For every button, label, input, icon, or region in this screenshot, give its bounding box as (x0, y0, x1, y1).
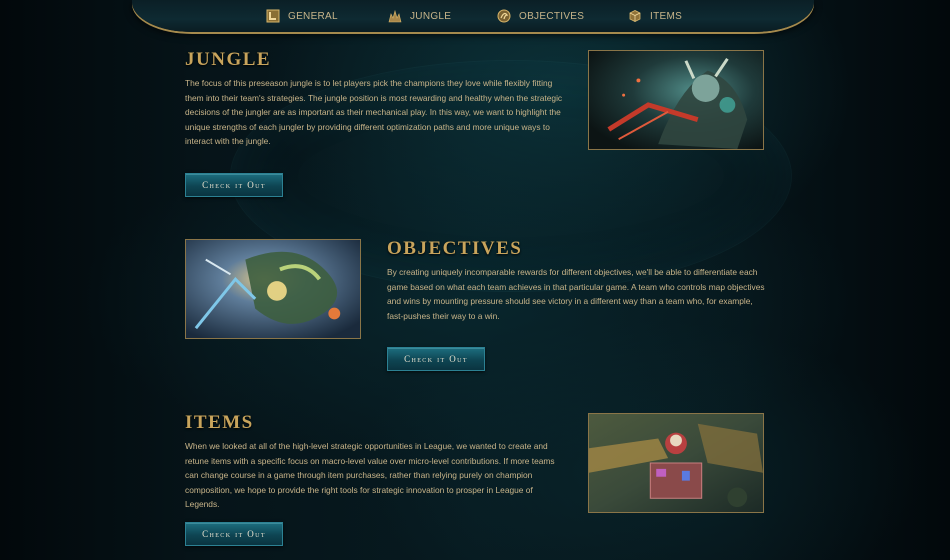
items-title: ITEMS (185, 412, 254, 433)
top-nav: GENERAL JUNGLE OBJECTIVES ITEMS (132, 0, 814, 32)
nav-item-jungle[interactable]: JUNGLE (388, 7, 451, 25)
nav-label-objectives: OBJECTIVES (519, 10, 585, 22)
nav-item-objectives[interactable]: OBJECTIVES (497, 7, 584, 25)
objectives-check-it-out-button[interactable]: Check it Out (387, 347, 485, 371)
jungle-check-it-out-button[interactable]: Check it Out (185, 173, 283, 197)
jungle-splash-image (588, 50, 764, 150)
objectives-icon (497, 9, 511, 23)
objectives-splash-image (185, 239, 361, 339)
nav-label-items: ITEMS (650, 10, 683, 22)
general-icon (266, 9, 280, 23)
items-splash-image (588, 413, 764, 513)
jungle-description: The focus of this preseason jungle is to… (185, 78, 563, 147)
nav-item-general[interactable]: GENERAL (266, 7, 338, 25)
objectives-description: By creating uniquely incomparable reward… (387, 267, 765, 321)
items-check-it-out-button[interactable]: Check it Out (185, 522, 283, 546)
items-description: When we looked at all of the high-level … (185, 441, 555, 510)
jungle-title: JUNGLE (185, 49, 272, 70)
jungle-icon (388, 9, 402, 23)
nav-label-jungle: JUNGLE (410, 10, 452, 22)
items-icon (628, 9, 642, 23)
objectives-title: OBJECTIVES (387, 238, 523, 259)
nav-label-general: GENERAL (288, 10, 338, 22)
nav-item-items[interactable]: ITEMS (628, 7, 682, 25)
